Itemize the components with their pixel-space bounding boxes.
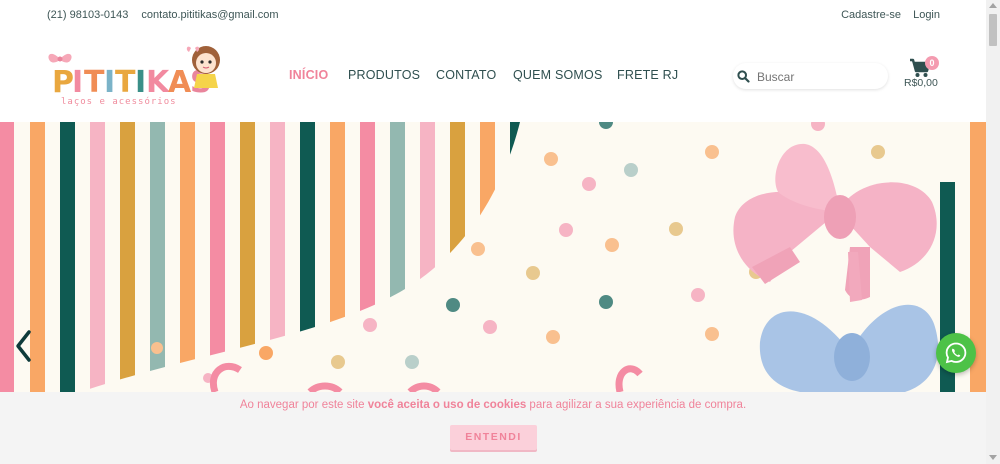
cookie-text-end: para agilizar a sua experiência de compr… — [526, 399, 747, 411]
svg-text:P: P — [52, 65, 74, 100]
cart-total: R$0,00 — [904, 77, 938, 89]
hero-banner[interactable] — [0, 122, 986, 392]
cookie-text-bold: você aceita o uso de cookies — [367, 399, 527, 411]
svg-text:I: I — [104, 65, 115, 100]
whatsapp-button[interactable] — [936, 333, 976, 373]
nav-item-quem-somos[interactable]: QUEM SOMOS — [513, 68, 603, 82]
cookie-banner: Ao navegar por este site você aceita o u… — [0, 392, 986, 464]
whatsapp-icon — [945, 342, 967, 364]
logo-graphic: P I T I T I K A S laços e acessórios — [48, 46, 220, 107]
login-link[interactable]: Login — [913, 9, 940, 21]
email-address[interactable]: contato.pititikas@gmail.com — [141, 9, 278, 21]
cart[interactable]: 0 R$0,00 — [904, 56, 945, 96]
scrollbar-thumb[interactable] — [989, 14, 997, 46]
search-icon[interactable] — [737, 70, 750, 83]
site-logo[interactable]: P I T I T I K A S laços e acessórios — [44, 44, 234, 108]
svg-text:I: I — [135, 65, 146, 100]
svg-text:I: I — [72, 65, 83, 100]
svg-text:T: T — [115, 65, 136, 100]
search-box[interactable] — [733, 63, 888, 89]
nav-item-produtos[interactable]: PRODUTOS — [348, 68, 420, 82]
nav-item-inicio[interactable]: INÍCIO — [289, 68, 328, 82]
chevron-left-icon[interactable] — [12, 328, 36, 364]
cookie-message: Ao navegar por este site você aceita o u… — [0, 399, 986, 411]
cart-count-badge: 0 — [925, 56, 939, 70]
auth-links: Cadastre-se Login — [832, 9, 940, 21]
page-scrollbar[interactable] — [986, 0, 1000, 464]
search-input[interactable] — [755, 67, 884, 87]
contact-info: (21) 98103-0143 contato.pititikas@gmail.… — [47, 9, 289, 21]
cookie-accept-button[interactable]: ENTENDI — [450, 425, 537, 450]
scroll-up-icon[interactable] — [989, 3, 997, 8]
top-bar: (21) 98103-0143 contato.pititikas@gmail.… — [0, 0, 986, 30]
svg-text:T: T — [84, 65, 105, 100]
svg-text:A: A — [168, 65, 192, 100]
cookie-text-start: Ao navegar por este site — [239, 399, 368, 411]
site-header: P I T I T I K A S laços e acessórios INÍ… — [0, 30, 986, 122]
nav-item-frete-rj[interactable]: FRETE RJ — [617, 68, 678, 82]
register-link[interactable]: Cadastre-se — [841, 9, 901, 21]
svg-text:laços e acessórios: laços e acessórios — [61, 96, 177, 107]
scroll-down-icon[interactable] — [989, 455, 997, 460]
nav-item-contato[interactable]: CONTATO — [436, 68, 496, 82]
banner-image — [0, 122, 986, 392]
phone-number: (21) 98103-0143 — [47, 9, 129, 21]
